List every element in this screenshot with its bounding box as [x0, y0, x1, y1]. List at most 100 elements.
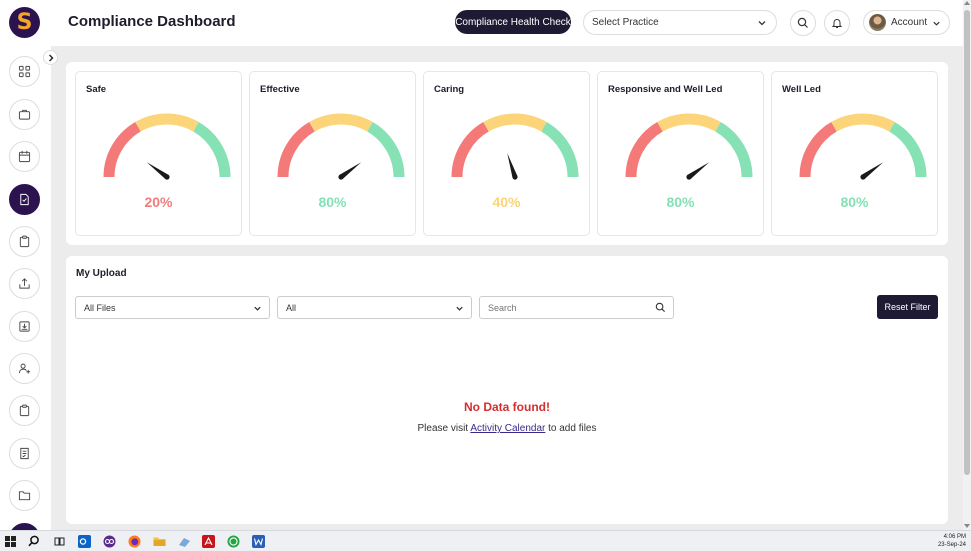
folder-icon: [153, 537, 165, 546]
search-input[interactable]: [480, 297, 640, 318]
sidebar-item-extra[interactable]: [9, 523, 40, 530]
gauge-card-effective: Effective 80%: [249, 71, 416, 236]
clipboard-icon: [19, 235, 30, 248]
taskbar-app-explorer[interactable]: [152, 534, 166, 548]
sidebar-item-upload[interactable]: [9, 268, 40, 299]
taskbar-app-whatsapp[interactable]: [226, 534, 240, 548]
chevron-down-icon: [758, 21, 766, 26]
sidebar-item-users[interactable]: [9, 353, 40, 384]
search-icon[interactable]: [655, 302, 666, 313]
avatar: [869, 14, 886, 31]
upload-icon: [19, 278, 30, 289]
sidebar-item-calendar[interactable]: [9, 141, 40, 172]
media-app-icon: [103, 535, 115, 547]
gauge-card-responsive: Responsive and Well Led 80%: [597, 71, 764, 236]
gauge-value: 20%: [144, 194, 173, 210]
activity-calendar-link[interactable]: Activity Calendar: [470, 423, 545, 434]
reset-filter-button[interactable]: Reset Filter: [877, 295, 938, 319]
windows-start-button[interactable]: [3, 534, 17, 548]
taskbar-clock[interactable]: 4:06 PM 23-Sep-24: [938, 533, 966, 549]
gauge-dial: [103, 113, 231, 180]
gauge-needle: [507, 153, 518, 178]
chevron-down-icon: [456, 306, 463, 311]
gauge-arc-mid: [309, 113, 373, 132]
search-box: [479, 296, 674, 319]
word-icon: [251, 534, 265, 548]
gauge-arc-low: [451, 122, 489, 178]
sidebar-item-briefcase[interactable]: [9, 99, 40, 130]
sidebar-item-clipboard[interactable]: [9, 226, 40, 257]
network-app-icon: [178, 537, 190, 547]
sidebar-expand-button[interactable]: [43, 50, 58, 65]
scrollbar-thumb[interactable]: [964, 10, 970, 475]
clipboard-icon: [19, 404, 30, 417]
gauges-panel: Safe 20% Effective 80% Caring 40% Respon…: [66, 62, 948, 245]
type-filter-select[interactable]: All: [277, 296, 472, 319]
gauge-arc-mid: [831, 113, 895, 132]
sidebar-item-folder[interactable]: [9, 480, 40, 511]
gauge-dial: [799, 113, 927, 180]
scroll-up-arrow[interactable]: [964, 1, 970, 5]
gauge-hub: [512, 174, 518, 180]
gauge-value: 40%: [492, 194, 521, 210]
search-button[interactable]: [790, 10, 816, 36]
gauge-hub: [164, 174, 170, 180]
taskbar-app-acrobat[interactable]: [201, 534, 215, 548]
gauge-card-safe: Safe 20%: [75, 71, 242, 236]
calendar-icon: [18, 150, 31, 163]
vertical-scrollbar[interactable]: [963, 0, 971, 530]
checklist-icon: [20, 447, 29, 460]
practice-select[interactable]: Select Practice: [583, 10, 777, 35]
file-filter-select[interactable]: All Files: [75, 296, 270, 319]
outlook-icon: [77, 534, 91, 548]
practice-select-value: Select Practice: [592, 17, 659, 28]
upload-title: My Upload: [76, 268, 127, 279]
sidebar-item-clipboard-2[interactable]: [9, 395, 40, 426]
gauge-value: 80%: [666, 194, 695, 210]
app-logo[interactable]: S: [9, 7, 40, 38]
clock-date: 23-Sep-24: [937, 542, 966, 548]
whatsapp-icon: [227, 535, 239, 547]
taskbar-app-word[interactable]: [251, 534, 265, 548]
briefcase-icon: [18, 109, 31, 120]
taskbar-app-firefox[interactable]: [127, 534, 141, 548]
scroll-down-arrow[interactable]: [964, 524, 970, 528]
taskbar-app-network[interactable]: [177, 534, 191, 548]
gauge-arc-high: [889, 122, 927, 178]
account-menu[interactable]: Account: [863, 10, 950, 35]
gauge-arc-high: [367, 122, 405, 178]
gauge-arc-high: [715, 122, 753, 178]
gauge-arc-mid: [483, 113, 547, 132]
bell-icon: [831, 19, 843, 28]
taskbar-app-outlook[interactable]: [77, 534, 91, 548]
empty-state-hint: Please visit Activity Calendar to add fi…: [66, 423, 948, 434]
windows-icon: [4, 535, 16, 547]
no-data-message: No Data found!: [464, 400, 550, 414]
search-icon: [28, 535, 39, 547]
task-view-button[interactable]: [52, 534, 66, 548]
sidebar-item-dashboard[interactable]: [9, 56, 40, 87]
gauge-hub: [860, 174, 866, 180]
sidebar-item-checklist[interactable]: [9, 438, 40, 469]
taskbar-search[interactable]: [27, 534, 41, 548]
notifications-button[interactable]: [824, 10, 850, 36]
page-title: Compliance Dashboard: [68, 13, 236, 30]
chevron-down-icon: [254, 306, 261, 311]
gauge-arc-low: [625, 122, 663, 178]
sidebar-item-inbox[interactable]: [9, 311, 40, 342]
gauge-dial: [451, 113, 579, 180]
gauge-hub: [338, 174, 344, 180]
gauge-arc-mid: [657, 113, 721, 132]
folder-icon: [18, 491, 31, 501]
firefox-icon: [128, 535, 140, 547]
taskbar-app-media[interactable]: [102, 534, 116, 548]
account-label: Account: [891, 17, 928, 28]
my-upload-panel: My Upload All Files All Reset Filter No …: [66, 256, 948, 524]
gauge-hub: [686, 174, 692, 180]
search-icon: [797, 17, 808, 28]
file-filter-value: All Files: [84, 302, 116, 313]
document-icon: [20, 193, 29, 206]
gauge-arc-high: [193, 122, 231, 178]
sidebar-item-compliance[interactable]: [9, 184, 40, 215]
compliance-health-check-button[interactable]: Compliance Health Check: [455, 10, 571, 34]
